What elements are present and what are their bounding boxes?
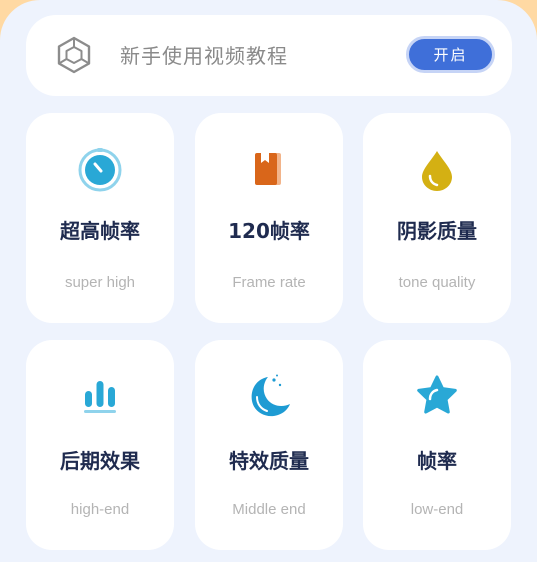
card-title: 特效质量	[229, 449, 309, 473]
book-icon	[255, 153, 281, 185]
card-super-high[interactable]: 超高帧率 super high	[26, 113, 174, 323]
drop-icon	[422, 151, 452, 191]
bar-chart-icon	[84, 381, 116, 413]
card-tone-quality[interactable]: 阴影质量 tone quality	[363, 113, 511, 323]
card-title: 超高帧率	[60, 219, 140, 243]
card-subtitle: Middle end	[232, 501, 306, 518]
app-screen: 新手使用视频教程 开启 超高帧率 super high 120帧率 Frame …	[0, 0, 537, 562]
moon-icon	[251, 374, 290, 417]
card-subtitle: super high	[64, 274, 136, 291]
card-title: 120帧率	[228, 219, 310, 243]
card-frame-rate[interactable]: 帧率 low-end	[363, 340, 511, 550]
card-effects-quality[interactable]: 特效质量 Middle end	[195, 340, 343, 550]
card-subtitle: low-end	[410, 501, 464, 518]
card-subtitle: tone quality	[398, 274, 476, 291]
card-title: 阴影质量	[397, 219, 477, 243]
card-title: 帧率	[417, 449, 457, 473]
star-icon	[417, 375, 457, 414]
card-frame-rate-120[interactable]: 120帧率 Frame rate	[195, 113, 343, 323]
card-subtitle: Frame rate	[232, 274, 306, 291]
card-title: 后期效果	[60, 449, 140, 473]
tutorial-banner[interactable]: 新手使用视频教程 开启	[26, 15, 512, 96]
banner-title: 新手使用视频教程	[120, 44, 288, 68]
card-subtitle: high-end	[70, 501, 130, 518]
cube-icon	[57, 36, 91, 74]
card-post-effects[interactable]: 后期效果 high-end	[26, 340, 174, 550]
open-button[interactable]: 开启	[406, 36, 495, 73]
timer-icon	[78, 148, 122, 192]
